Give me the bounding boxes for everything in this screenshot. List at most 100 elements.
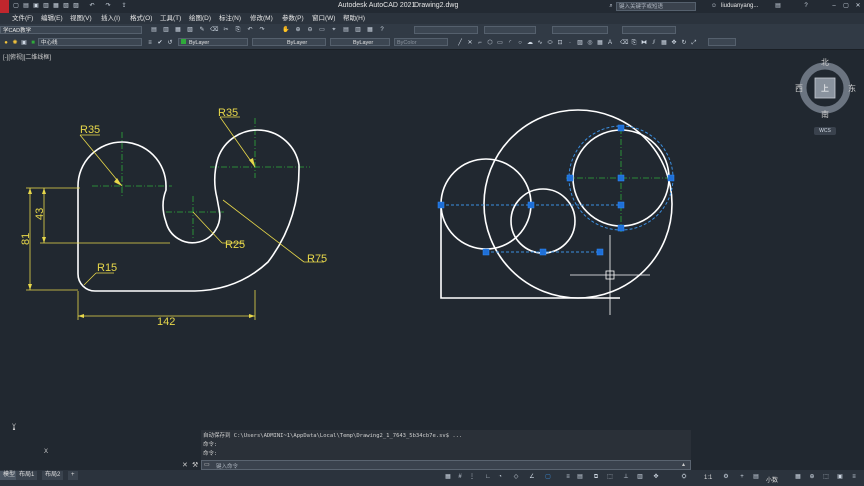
plotstyle-dropdown[interactable]: ByColor (394, 38, 448, 46)
units-display[interactable]: 小数 (766, 475, 778, 484)
menu-format[interactable]: 格式(O) (130, 13, 152, 24)
menu-help[interactable]: 帮助(H) (343, 13, 365, 24)
polygon-tool-icon[interactable]: ⬡ (486, 39, 494, 47)
autocad-logo-icon[interactable] (0, 0, 9, 13)
menu-dimension[interactable]: 标注(N) (219, 13, 241, 24)
compass-south[interactable]: 南 (821, 109, 829, 119)
polar-icon[interactable]: ◔ (496, 473, 504, 481)
make-current-icon[interactable]: ✔ (156, 39, 164, 47)
command-close-icon[interactable]: ✕ (182, 461, 188, 469)
toolbar-icon-13[interactable]: ⊖ (306, 26, 314, 34)
snap-icon[interactable]: ⋮ (468, 473, 476, 481)
dim-style-dropdown[interactable] (414, 26, 478, 34)
publish-icon[interactable]: ▨ (72, 2, 80, 10)
workspace-dropdown[interactable]: 学CAD教学 (0, 26, 142, 34)
multileader-style-dropdown[interactable] (552, 26, 608, 34)
ortho-icon[interactable]: ∟ (484, 473, 492, 481)
toolbar-icon-2[interactable]: ▥ (162, 26, 170, 34)
add-layout-button[interactable]: + (68, 471, 78, 480)
isolate-objects-icon[interactable]: ⬚ (822, 473, 830, 481)
layer-lock-icon[interactable]: ▣ (20, 39, 28, 47)
annotation-scale[interactable]: 1:1 (704, 475, 712, 481)
username[interactable]: liuduanyang... (721, 3, 758, 9)
menu-parametric[interactable]: 参数(P) (282, 13, 304, 24)
layer-on-icon[interactable]: ● (2, 39, 10, 47)
spline-tool-icon[interactable]: ∿ (536, 39, 544, 47)
toolbar-icon-6[interactable]: ⌫ (210, 26, 218, 34)
hatch-tool-icon[interactable]: ▨ (576, 39, 584, 47)
circle-tool-icon[interactable]: ○ (516, 39, 524, 47)
annotation-monitor-icon[interactable]: ▤ (752, 473, 760, 481)
insert-block-icon[interactable]: ⊡ (556, 39, 564, 47)
search-input[interactable]: 键入关键字或短语 (616, 2, 696, 11)
right-part-geometry[interactable] (440, 109, 673, 299)
toolbar-icon-5[interactable]: ✎ (198, 26, 206, 34)
xline-tool-icon[interactable]: ✕ (466, 39, 474, 47)
compass-east[interactable]: 东 (848, 83, 856, 93)
toolbar-icon-19[interactable]: ? (378, 26, 386, 34)
new-file-icon[interactable]: ▢ (12, 2, 20, 10)
layer-color-icon[interactable]: ■ (29, 39, 37, 47)
toolbar-icon-3[interactable]: ▦ (174, 26, 182, 34)
layer-dropdown[interactable]: 中心线 (38, 38, 142, 46)
compass-west[interactable]: 西 (795, 84, 803, 93)
move-tool-icon[interactable]: ✥ (670, 39, 678, 47)
toolbar-icon-4[interactable]: ▧ (186, 26, 194, 34)
grip[interactable] (667, 174, 675, 182)
toolbar-icon-7[interactable]: ✂ (222, 26, 230, 34)
scale-tool-icon[interactable]: ⤢ (690, 39, 698, 47)
minimize-icon[interactable]: – (830, 2, 838, 10)
command-input[interactable]: ✕ ⚒ ▭ 键入命令 ▴ (182, 460, 691, 470)
offset-tool-icon[interactable]: ⫽ (650, 39, 658, 47)
rectangle-tool-icon[interactable]: ▭ (496, 39, 504, 47)
mtext-tool-icon[interactable]: A (606, 39, 614, 47)
quick-properties-icon[interactable]: ▦ (794, 473, 802, 481)
view-cube[interactable]: 北 南 东 西 上 (795, 58, 856, 119)
toolbar-icon-15[interactable]: ⌖ (330, 26, 338, 34)
transparency-icon[interactable]: ▤ (576, 473, 584, 481)
color-dropdown[interactable]: ByLayer (178, 38, 248, 46)
line-tool-icon[interactable]: ╱ (456, 39, 464, 47)
plot-icon[interactable]: ▧ (62, 2, 70, 10)
print-icon[interactable]: ▦ (52, 2, 60, 10)
named-view-dropdown[interactable] (708, 38, 736, 46)
toolbar-icon-9[interactable]: ↶ (246, 26, 254, 34)
polyline-tool-icon[interactable]: ⌐ (476, 39, 484, 47)
cart-icon[interactable]: ▤ (774, 2, 782, 10)
3d-osnap-icon[interactable]: ⬚ (606, 473, 614, 481)
grip[interactable] (437, 201, 445, 209)
close-icon[interactable]: ✕ (854, 2, 862, 10)
grips[interactable] (437, 124, 675, 256)
add-scale-icon[interactable]: + (738, 473, 746, 481)
toolbar-icon-16[interactable]: ▤ (342, 26, 350, 34)
lineweight-icon[interactable]: ≡ (564, 473, 572, 481)
layer-previous-icon[interactable]: ↺ (166, 39, 174, 47)
redo-icon[interactable]: ↷ (104, 2, 112, 10)
menu-insert[interactable]: 插入(I) (101, 13, 120, 24)
copy-tool-icon[interactable]: ⎘ (630, 39, 638, 47)
dynamic-ucs-icon[interactable]: ⊥ (622, 473, 630, 481)
menu-view[interactable]: 视图(V) (70, 13, 92, 24)
toolbar-icon-17[interactable]: ▥ (354, 26, 362, 34)
grip[interactable] (527, 201, 535, 209)
open-file-icon[interactable]: ▤ (22, 2, 30, 10)
table-tool-icon[interactable]: ▦ (596, 39, 604, 47)
linetype-dropdown[interactable]: ByLayer (252, 38, 326, 46)
lock-ui-icon[interactable]: ⊕ (808, 473, 816, 481)
object-snap-tracking-icon[interactable]: ∠ (528, 473, 536, 481)
ellipse-tool-icon[interactable]: ⬭ (546, 39, 554, 47)
cloud-tool-icon[interactable]: ☁ (526, 39, 534, 47)
region-tool-icon[interactable]: ◎ (586, 39, 594, 47)
customization-menu-icon[interactable]: ≡ (850, 473, 858, 481)
table-style-dropdown[interactable] (484, 26, 536, 34)
grid-icon[interactable]: # (456, 473, 464, 481)
arc-tool-icon[interactable]: ◜ (506, 39, 514, 47)
wcs-menu[interactable]: WCS (814, 127, 836, 135)
layer-freeze-icon[interactable]: ✺ (11, 39, 19, 47)
point-tool-icon[interactable]: · (566, 39, 574, 47)
compass-top[interactable]: 上 (821, 84, 829, 93)
clean-screen-icon[interactable]: ▣ (836, 473, 844, 481)
object-snap-icon[interactable]: ▢ (544, 473, 552, 481)
menu-edit[interactable]: 编辑(E) (41, 13, 63, 24)
grip[interactable] (482, 248, 490, 256)
